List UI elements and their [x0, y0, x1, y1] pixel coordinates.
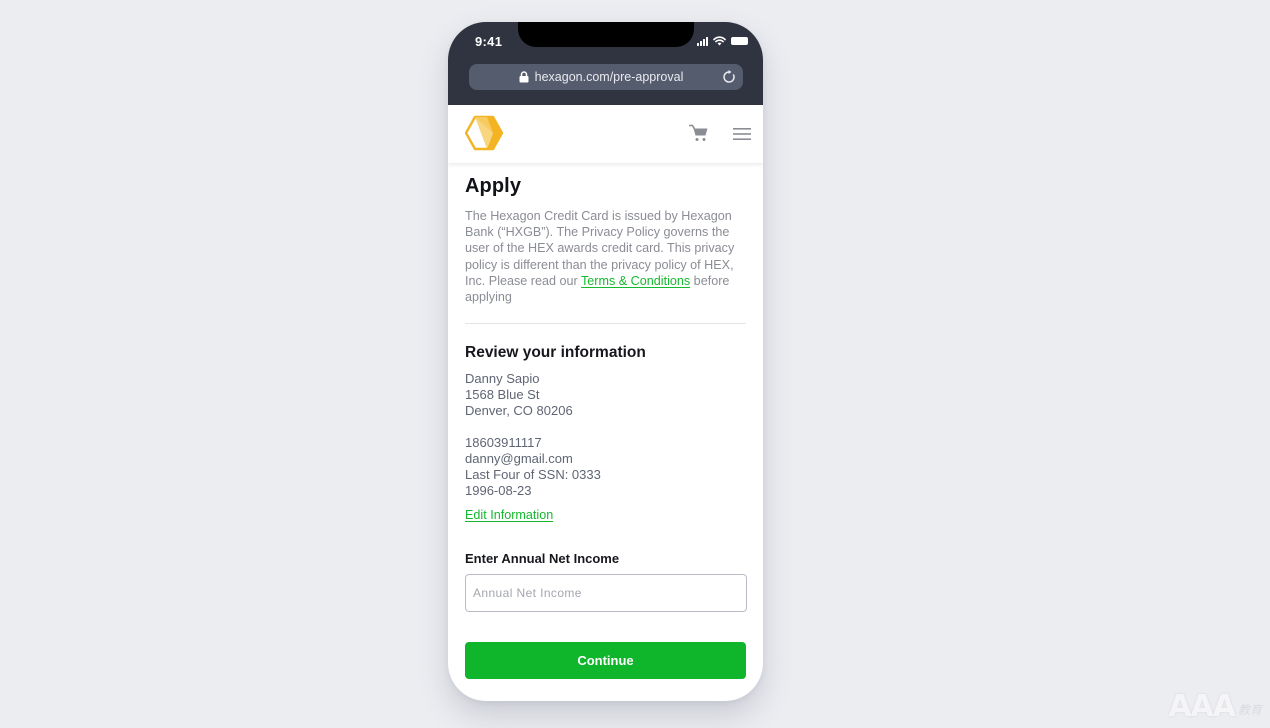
- info-ssn: Last Four of SSN: 0333: [465, 467, 601, 483]
- lock-icon: [519, 71, 529, 83]
- browser-header: 9:41 hexagon.com/pre-approval: [448, 22, 763, 105]
- annual-net-income-input[interactable]: [465, 574, 747, 613]
- wifi-icon: [713, 36, 726, 46]
- site-navbar: [448, 105, 763, 163]
- info-phone: 18603911117: [465, 435, 542, 451]
- hexagon-logo[interactable]: [465, 115, 503, 151]
- watermark-main: AAA: [1168, 689, 1236, 724]
- info-street: 1568 Blue St: [465, 387, 540, 403]
- status-icons: [697, 35, 748, 47]
- phone-frame: 9:41 hexagon.com/pre-approval Apply The …: [448, 22, 763, 701]
- income-label: Enter Annual Net Income: [465, 551, 620, 567]
- edit-information-link[interactable]: Edit Information: [465, 507, 553, 523]
- contact-block: 18603911117 danny@gmail.com Last Four of…: [465, 435, 747, 499]
- info-name: Danny Sapio: [465, 371, 540, 387]
- status-time: 9:41: [475, 34, 503, 49]
- watermark: AAA 教育: [1168, 689, 1262, 724]
- hamburger-menu-icon[interactable]: [733, 127, 751, 141]
- reload-icon[interactable]: [722, 70, 736, 84]
- review-section-title: Review your information: [465, 344, 646, 362]
- signal-icon: [697, 36, 708, 46]
- url-text: hexagon.com/pre-approval: [534, 70, 684, 84]
- cart-icon[interactable]: [689, 124, 709, 142]
- battery-icon: [731, 37, 748, 45]
- watermark-sub: 教育: [1237, 703, 1262, 717]
- address-block: Danny Sapio 1568 Blue St Denver, CO 8020…: [465, 371, 747, 419]
- info-city: Denver, CO 80206: [465, 403, 573, 419]
- page-title: Apply: [465, 175, 522, 197]
- section-divider: [465, 323, 746, 325]
- disclaimer-text: The Hexagon Credit Card is issued by Hex…: [465, 208, 747, 305]
- phone-notch: [518, 22, 694, 47]
- address-bar[interactable]: hexagon.com/pre-approval: [469, 64, 743, 90]
- continue-button[interactable]: Continue: [465, 642, 746, 679]
- main-content: Apply The Hexagon Credit Card is issued …: [465, 172, 747, 613]
- info-dob: 1996-08-23: [465, 483, 532, 499]
- terms-conditions-link[interactable]: Terms & Conditions: [581, 274, 690, 288]
- info-email: danny@gmail.com: [465, 451, 573, 467]
